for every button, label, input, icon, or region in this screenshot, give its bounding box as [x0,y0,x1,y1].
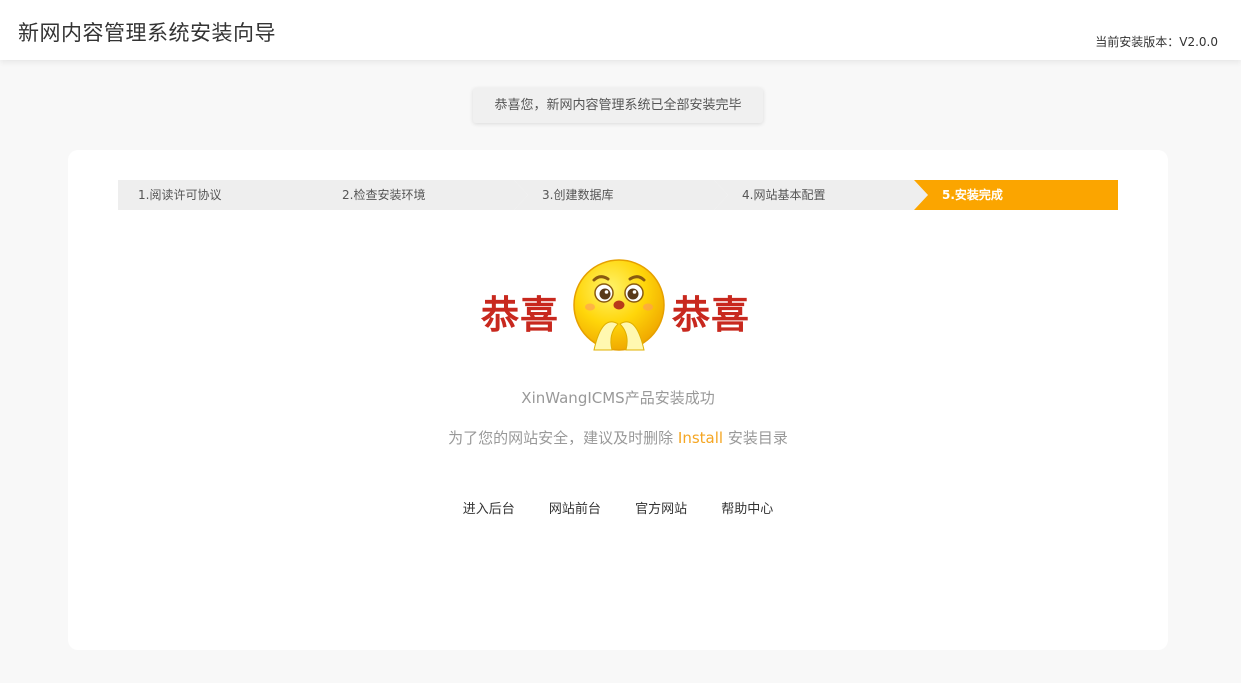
site-frontend-link[interactable]: 网站前台 [549,498,601,517]
install-success-message: XinWangICMS产品安装成功 [521,389,715,407]
version-info: 当前安装版本：V2.0.0 [1095,33,1218,50]
app-title: 新网内容管理系统安装向导 [18,21,276,45]
version-number: V2.0.0 [1179,35,1218,49]
main-card: 1.阅读许可协议 2.检查安装环境 3.创建数据库 4.网站基本配置 5.安装完… [68,150,1168,650]
completion-notice: 恭喜您，新网内容管理系统已全部安装完毕 [473,88,763,123]
congrats-text-left: 恭喜 [481,292,560,337]
step-site-config: 4.网站基本配置 [714,180,928,210]
action-links: 进入后台 网站前台 官方网站 帮助中心 [68,498,1168,517]
smiley-face-icon [573,259,665,351]
step-install-complete: 5.安装完成 [914,180,1118,210]
header-bar: 新网内容管理系统安装向导 当前安装版本：V2.0.0 [0,0,1241,60]
install-directory-highlight: Install [677,429,724,447]
congratulations-banner: 恭喜 恭喜 [478,258,758,353]
advice-text-before: 为了您的网站安全，建议及时删除 [448,429,678,447]
step-check-environment: 2.检查安装环境 [314,180,528,210]
official-website-link[interactable]: 官方网站 [635,498,687,517]
advice-text-after: 安装目录 [723,429,788,447]
step-create-database: 3.创建数据库 [514,180,728,210]
enter-admin-link[interactable]: 进入后台 [463,498,515,517]
congrats-text-right: 恭喜 [672,292,751,337]
step-progress: 1.阅读许可协议 2.检查安装环境 3.创建数据库 4.网站基本配置 5.安装完… [118,180,1118,210]
version-label: 当前安装版本： [1095,35,1180,49]
security-advice: 为了您的网站安全，建议及时删除 Install 安装目录 [68,427,1168,448]
step-read-license: 1.阅读许可协议 [118,180,332,210]
help-center-link[interactable]: 帮助中心 [721,498,773,517]
